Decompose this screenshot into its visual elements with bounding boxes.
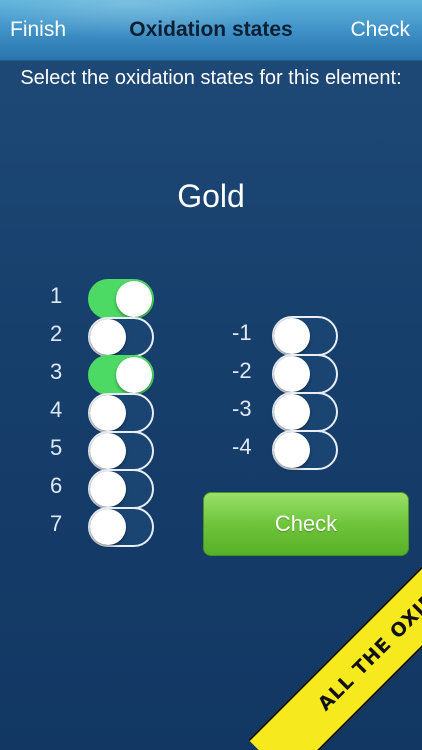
toggle-knob	[274, 318, 310, 354]
toggle-knob	[274, 432, 310, 468]
state-toggle-neg-4[interactable]	[272, 430, 338, 470]
state-toggle-neg-2[interactable]	[272, 354, 338, 394]
state-toggle-3[interactable]	[88, 355, 154, 395]
navigation-bar: Finish Oxidation states Check	[0, 0, 422, 61]
state-label: 4	[50, 397, 63, 422]
state-label: -4	[232, 434, 252, 459]
state-label: 5	[50, 435, 63, 460]
state-toggle-6[interactable]	[88, 469, 154, 509]
element-name: Gold	[177, 178, 245, 214]
state-row-negative-2: -2	[232, 354, 342, 394]
state-label: -3	[232, 396, 252, 421]
check-nav-button[interactable]: Check	[350, 18, 410, 42]
state-label: 3	[50, 359, 63, 384]
state-toggle-5[interactable]	[88, 431, 154, 471]
state-row-negative-1: -1	[232, 316, 342, 356]
state-row-positive-6: 6	[48, 469, 158, 509]
toggle-knob	[116, 357, 152, 393]
state-label: -2	[232, 358, 252, 383]
state-toggle-neg-1[interactable]	[272, 316, 338, 356]
state-toggle-1[interactable]	[88, 279, 154, 319]
state-label: 2	[50, 321, 63, 346]
state-row-negative-4: -4	[232, 430, 342, 470]
toggle-knob	[116, 281, 152, 317]
check-button[interactable]: Check	[203, 492, 409, 556]
state-label: 1	[50, 283, 63, 308]
state-row-positive-3: 3	[48, 355, 158, 395]
state-row-positive-2: 2	[48, 317, 158, 357]
state-toggle-7[interactable]	[88, 507, 154, 547]
state-toggle-2[interactable]	[88, 317, 154, 357]
state-row-positive-7: 7	[48, 507, 158, 547]
toggle-knob	[274, 394, 310, 430]
instruction-text: Select the oxidation states for this ele…	[20, 67, 402, 89]
state-row-positive-4: 4	[48, 393, 158, 433]
toggle-knob	[90, 319, 126, 355]
state-toggle-neg-3[interactable]	[272, 392, 338, 432]
toggle-knob	[90, 509, 126, 545]
state-toggle-4[interactable]	[88, 393, 154, 433]
toggle-knob	[90, 471, 126, 507]
toggle-knob	[274, 356, 310, 392]
state-label: -1	[232, 320, 252, 345]
state-row-positive-5: 5	[48, 431, 158, 471]
state-label: 7	[50, 511, 63, 536]
state-label: 6	[50, 473, 63, 498]
toggle-knob	[90, 433, 126, 469]
state-row-positive-1: 1	[48, 279, 158, 319]
finish-button[interactable]: Finish	[10, 18, 66, 42]
state-row-negative-3: -3	[232, 392, 342, 432]
toggle-knob	[90, 395, 126, 431]
